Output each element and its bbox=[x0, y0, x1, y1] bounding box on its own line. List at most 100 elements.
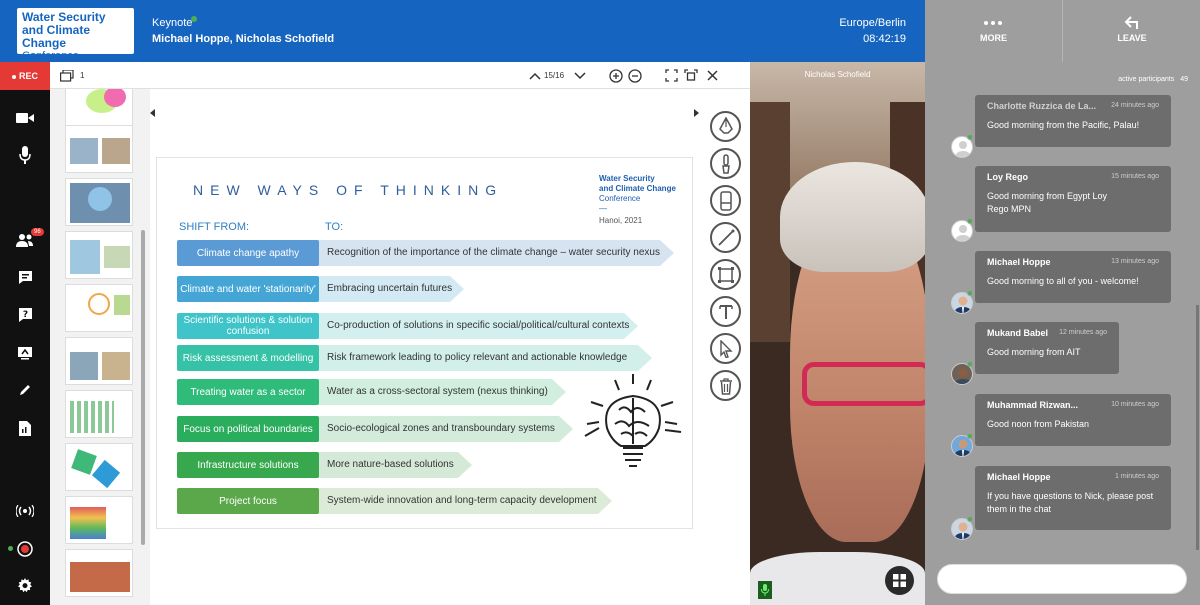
shift-to-arrow: System-wide innovation and long-term cap… bbox=[317, 488, 612, 514]
screen-share-button[interactable] bbox=[0, 341, 50, 365]
cursor-arrow-icon bbox=[719, 339, 733, 358]
next-page-icon[interactable] bbox=[574, 72, 586, 80]
participants-button[interactable]: 96 bbox=[0, 228, 50, 252]
chat-message-text: If you have questions to Nick, please po… bbox=[987, 491, 1154, 514]
speaker-video bbox=[750, 62, 925, 605]
camera-button[interactable] bbox=[0, 106, 50, 130]
previous-page-icon[interactable] bbox=[529, 72, 541, 80]
chat-scrollbar[interactable] bbox=[1196, 305, 1199, 550]
settings-button[interactable] bbox=[0, 574, 50, 598]
presentation-toolbar: 1 15/16 bbox=[50, 62, 750, 89]
shift-to-text: Recognition of the importance of the cli… bbox=[327, 247, 660, 258]
chat-message-input[interactable] bbox=[937, 564, 1187, 594]
slide-thumbnail[interactable] bbox=[65, 125, 133, 173]
chat-button[interactable] bbox=[0, 265, 50, 289]
pointer-tool-button[interactable] bbox=[710, 333, 741, 364]
chat-message-time: 10 minutes ago bbox=[1111, 401, 1159, 408]
chat-message-text: Good noon from Pakistan bbox=[987, 419, 1090, 429]
shift-from-box: Infrastructure solutions bbox=[177, 452, 319, 478]
video-mic-indicator bbox=[758, 581, 772, 599]
timezone-label: Europe/Berlin bbox=[839, 17, 906, 29]
chat-bubble-icon bbox=[18, 270, 32, 284]
chat-message: Loy Rego 15 minutes ago Good morning fro… bbox=[975, 166, 1171, 232]
page-indicator: 15/16 bbox=[544, 71, 565, 80]
leave-button[interactable]: LEAVE bbox=[1062, 0, 1200, 62]
rec-label: REC bbox=[18, 71, 38, 81]
slide-brand-line-2: and Climate Change bbox=[599, 184, 676, 193]
slide-thumbnail[interactable] bbox=[65, 284, 133, 332]
whiteboard-button[interactable] bbox=[0, 378, 50, 402]
questions-button[interactable]: ? bbox=[0, 303, 50, 327]
slide-brand-dash: — bbox=[599, 204, 607, 213]
collapse-left-icon[interactable] bbox=[150, 109, 156, 117]
record-circle-icon bbox=[17, 541, 33, 557]
speaker-glasses bbox=[802, 362, 925, 406]
chat-message: Charlotte Ruzzica de La... 24 minutes ag… bbox=[975, 95, 1171, 147]
shift-from-heading: SHIFT FROM: bbox=[179, 221, 250, 233]
more-button[interactable]: MORE bbox=[925, 0, 1062, 62]
close-icon[interactable] bbox=[707, 70, 718, 81]
brush-tool-button[interactable] bbox=[710, 148, 741, 179]
chat-message-text: Good morning from AIT bbox=[987, 347, 1081, 357]
shift-row: Recognition of the importance of the cli… bbox=[177, 240, 677, 266]
shift-from-box: Project focus bbox=[177, 488, 319, 514]
broadcast-button[interactable] bbox=[0, 499, 50, 523]
speaker-hair bbox=[780, 162, 925, 272]
leave-arrow-icon bbox=[1124, 16, 1138, 29]
collapse-right-icon[interactable] bbox=[693, 109, 699, 117]
chat-message-time: 12 minutes ago bbox=[1059, 329, 1107, 336]
pencil-icon bbox=[20, 385, 30, 395]
text-tool-button[interactable] bbox=[710, 296, 741, 327]
eraser-icon bbox=[719, 190, 732, 211]
slide-thumbnail[interactable] bbox=[65, 390, 133, 438]
slide-thumbnail[interactable] bbox=[65, 443, 133, 491]
recording-status-button[interactable] bbox=[0, 537, 50, 561]
slide-thumbnail[interactable] bbox=[65, 178, 133, 226]
leave-label: LEAVE bbox=[1117, 33, 1147, 43]
more-label: MORE bbox=[980, 33, 1007, 43]
slide-thumbnail[interactable] bbox=[65, 337, 133, 385]
shift-to-arrow: Co-production of solutions in specific s… bbox=[317, 313, 638, 339]
online-status-icon bbox=[967, 134, 973, 140]
online-status-icon bbox=[967, 433, 973, 439]
pen-tool-button[interactable] bbox=[710, 111, 741, 142]
fullscreen-icon[interactable] bbox=[684, 69, 698, 82]
more-dots-icon bbox=[984, 21, 1002, 25]
current-slide: NEW WAYS OF THINKING Water Security and … bbox=[156, 157, 693, 529]
record-button[interactable]: REC bbox=[0, 62, 50, 90]
shift-to-arrow: Socio-ecological zones and transboundary… bbox=[317, 416, 573, 442]
online-status-icon bbox=[967, 361, 973, 367]
line-icon bbox=[717, 229, 734, 246]
slide-thumbnail[interactable] bbox=[65, 496, 133, 544]
grid-layout-icon bbox=[893, 574, 906, 587]
microphone-icon bbox=[19, 146, 31, 164]
participants-icon bbox=[16, 234, 33, 247]
microphone-icon bbox=[761, 584, 769, 596]
video-layout-button[interactable] bbox=[885, 566, 914, 595]
active-participants-label: active participants bbox=[1118, 76, 1175, 83]
slide-thumbnail[interactable] bbox=[65, 231, 133, 279]
line-tool-button[interactable] bbox=[710, 222, 741, 253]
layout-windows-icon[interactable] bbox=[60, 70, 74, 82]
chat-message-text: Good morning from the Pacific, Palau! bbox=[987, 120, 1140, 130]
shift-to-text: Embracing uncertain futures bbox=[327, 283, 453, 294]
shift-from-box: Scientific solutions & solution confusio… bbox=[177, 313, 319, 339]
documents-button[interactable] bbox=[0, 416, 50, 440]
thumbnails-scrollbar[interactable] bbox=[141, 230, 145, 545]
online-status-icon bbox=[967, 516, 973, 522]
status-dot-icon bbox=[8, 546, 13, 551]
microphone-button[interactable] bbox=[0, 143, 50, 167]
online-status-icon bbox=[967, 218, 973, 224]
zoom-out-icon[interactable] bbox=[628, 69, 642, 83]
fit-to-screen-icon[interactable] bbox=[665, 69, 678, 82]
shift-to-text: More nature-based solutions bbox=[327, 459, 454, 470]
eraser-tool-button[interactable] bbox=[710, 185, 741, 216]
slide-brand-line-1: Water Security bbox=[599, 174, 655, 183]
rectangle-tool-button[interactable] bbox=[710, 259, 741, 290]
clear-tool-button[interactable] bbox=[710, 370, 741, 401]
slide-thumbnail[interactable] bbox=[65, 549, 133, 597]
pen-nib-icon bbox=[718, 116, 733, 134]
rec-dot-icon bbox=[11, 74, 16, 79]
video-camera-icon bbox=[16, 113, 34, 123]
zoom-in-icon[interactable] bbox=[609, 69, 623, 83]
